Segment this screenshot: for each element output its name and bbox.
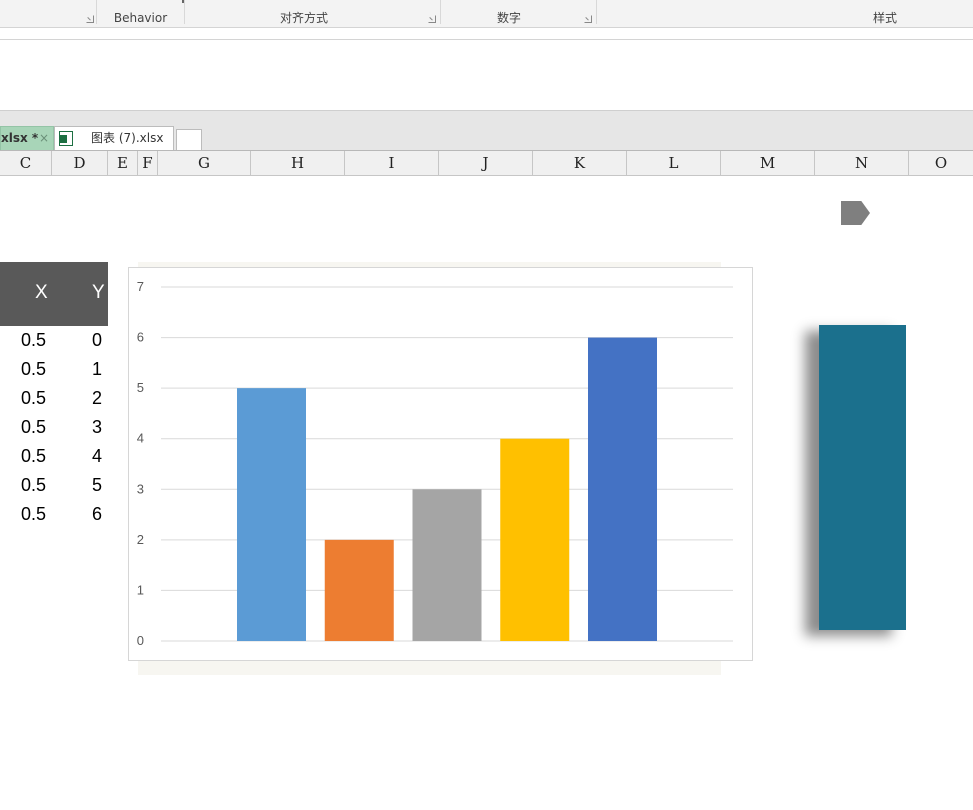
table-cell-y: 5	[92, 475, 103, 495]
table-cell-x: 0.5	[21, 388, 47, 408]
dialog-launcher-icon[interactable]	[584, 15, 592, 23]
table-cell-x: 0.5	[21, 330, 47, 350]
table-header-x: X	[35, 282, 48, 303]
column-header-m[interactable]: M	[721, 151, 815, 175]
table-row[interactable]: 0.5 5	[0, 471, 108, 500]
spreadsheet-window: Behavior 对齐方式 数字 样式 xlsx * × 图表 (7).xlsx…	[0, 0, 973, 810]
table-cell-x: 0.5	[21, 475, 47, 495]
column-header-o[interactable]: O	[909, 151, 973, 175]
column-header-h[interactable]: H	[251, 151, 345, 175]
new-tab-button[interactable]	[176, 129, 202, 150]
table-row[interactable]: 0.5 0	[0, 326, 108, 355]
table-cell-x: 0.5	[21, 446, 47, 466]
y-tick-label: 7	[137, 279, 144, 294]
table-row[interactable]: 0.5 1	[0, 355, 108, 384]
table-row[interactable]: 0.5 3	[0, 413, 108, 442]
document-tab-strip: xlsx * × 图表 (7).xlsx	[0, 111, 973, 151]
bar-4[interactable]	[500, 438, 570, 641]
ribbon-bottom-edge	[0, 28, 973, 40]
bar-1[interactable]	[237, 388, 306, 641]
ribbon-group-number: 数字	[496, 11, 521, 25]
bar-chart-canvas: 0 1 2 3 4 5 6 7	[137, 279, 733, 648]
y-tick-label: 6	[137, 330, 144, 345]
table-cell-y: 3	[92, 417, 103, 437]
column-header-i[interactable]: I	[345, 151, 439, 175]
tab-label: 图表 (7).xlsx	[91, 131, 164, 145]
ribbon-group-styles: 样式	[872, 11, 897, 25]
toolbar-blank-area	[0, 41, 973, 111]
ribbon: Behavior 对齐方式 数字 样式	[0, 0, 973, 28]
table-header-row: X Y	[0, 262, 108, 326]
column-header-f[interactable]: F	[138, 151, 158, 175]
column-header-c[interactable]: C	[0, 151, 52, 175]
column-header-e[interactable]: E	[108, 151, 138, 175]
bar-5[interactable]	[588, 337, 657, 641]
table-cell-y: 1	[92, 359, 103, 379]
pentagon-arrow-shape[interactable]	[841, 201, 870, 225]
dialog-launcher-icon[interactable]	[428, 15, 436, 23]
y-tick-label: 0	[137, 633, 144, 648]
bar-3[interactable]	[412, 489, 482, 641]
worksheet-grid[interactable]: X Y 0.5 0 0.5 1 0.5 2 0.5 3 0.5 4 0.5 5 0.5 6 0123456…	[0, 176, 973, 810]
column-header-k[interactable]: K	[533, 151, 627, 175]
column-header-d[interactable]: D	[52, 151, 108, 175]
column-headers: C D E F G H I J K L M N O	[0, 151, 973, 176]
y-tick-label: 1	[137, 582, 144, 597]
tab-current-workbook[interactable]: xlsx * ×	[0, 126, 54, 150]
excel-file-icon	[59, 131, 73, 146]
bar-chart[interactable]: 0 1 2 3 4 5 6 7	[128, 267, 753, 661]
column-header-l[interactable]: L	[627, 151, 721, 175]
ribbon-group-behavior: Behavior	[113, 11, 168, 25]
table-cell-x: 0.5	[21, 359, 47, 379]
tab-chart-workbook[interactable]: 图表 (7).xlsx	[54, 126, 174, 150]
table-cell-x: 0.5	[21, 504, 47, 524]
tab-close-icon[interactable]: ×	[39, 127, 49, 149]
table-cell-y: 6	[92, 504, 103, 524]
column-header-g[interactable]: G	[158, 151, 251, 175]
table-cell-y: 2	[92, 388, 103, 408]
dialog-launcher-icon[interactable]	[86, 15, 94, 23]
table-header-y: Y	[92, 282, 105, 303]
table-cell-y: 0	[92, 330, 103, 350]
y-tick-label: 5	[137, 380, 144, 395]
table-cell-y: 4	[92, 446, 103, 466]
teal-rectangle-shape[interactable]	[819, 325, 906, 630]
y-tick-label: 2	[137, 532, 144, 547]
y-tick-label: 3	[137, 481, 144, 496]
column-header-j[interactable]: J	[439, 151, 533, 175]
ribbon-group-alignment: 对齐方式	[279, 11, 328, 25]
bar-2[interactable]	[324, 539, 394, 641]
column-header-n[interactable]: N	[815, 151, 909, 175]
table-row[interactable]: 0.5 4	[0, 442, 108, 471]
table-cell-x: 0.5	[21, 417, 47, 437]
table-row[interactable]: 0.5 2	[0, 384, 108, 413]
table-row[interactable]: 0.5 6	[0, 500, 108, 529]
tab-label: xlsx *	[1, 131, 39, 145]
y-tick-label: 4	[137, 431, 144, 446]
